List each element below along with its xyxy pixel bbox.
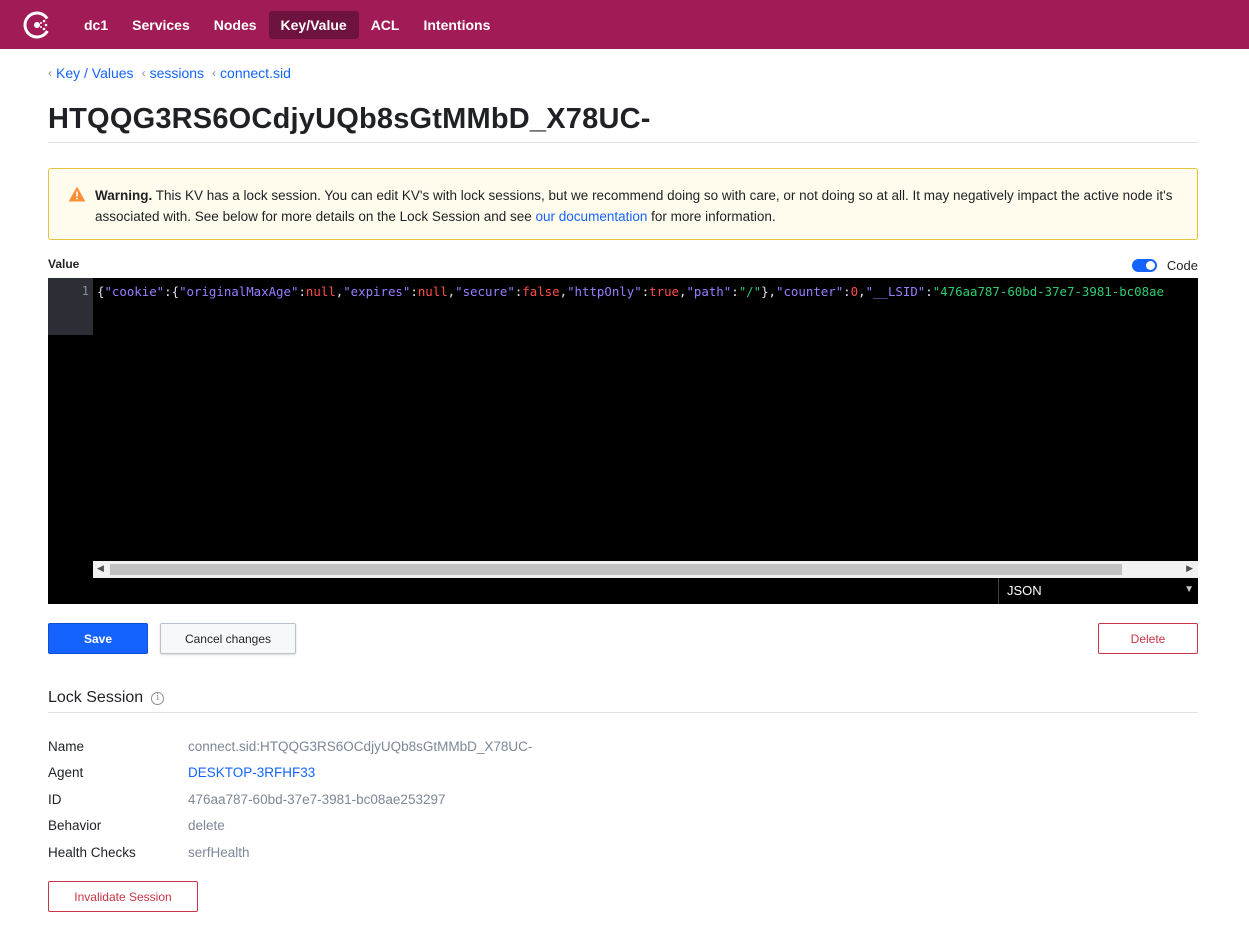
code-toggle-switch[interactable] xyxy=(1131,259,1157,272)
page-title: HTQQG3RS6OCdjyUQb8sGtMMbD_X78UC- xyxy=(48,103,651,135)
breadcrumb: ‹ Key / Values ‹ sessions ‹ connect.sid xyxy=(48,65,299,81)
detail-label: Name xyxy=(48,738,85,754)
code-token: null xyxy=(417,284,448,299)
detail-label: Agent xyxy=(48,765,84,781)
code-token: "httpOnly" xyxy=(567,284,642,299)
code-token: : xyxy=(925,284,933,299)
info-icon[interactable]: i xyxy=(151,691,165,705)
breadcrumb-item-sessions[interactable]: ‹ sessions xyxy=(142,65,204,81)
warning-icon xyxy=(69,187,85,208)
chevron-left-icon: ‹ xyxy=(141,66,146,80)
invalidate-session-button[interactable]: Invalidate Session xyxy=(48,881,198,912)
code-token: "__LSID" xyxy=(865,284,926,299)
code-token: 0 xyxy=(850,284,859,299)
documentation-link[interactable]: our documentation xyxy=(536,209,648,224)
code-token: "counter" xyxy=(776,284,844,299)
save-button[interactable]: Save xyxy=(48,623,148,654)
breadcrumb-item-connect-sid[interactable]: ‹ connect.sid xyxy=(212,65,291,81)
caret-down-icon: ▼ xyxy=(1184,584,1194,595)
code-token: :{ xyxy=(164,284,180,299)
code-token: "476aa787-60bd-37e7-3981-bc08ae xyxy=(932,284,1164,299)
code-token: null xyxy=(305,284,336,299)
lock-session-divider xyxy=(48,712,1198,713)
lock-session-details: Name connect.sid:HTQQG3RS6OCdjyUQb8sGtMM… xyxy=(48,733,532,866)
syntax-mode-value: JSON xyxy=(1007,583,1042,598)
code-line[interactable]: {"cookie":{"originalMaxAge":null,"expire… xyxy=(97,284,1164,299)
detail-row-name: Name connect.sid:HTQQG3RS6OCdjyUQb8sGtMM… xyxy=(48,733,532,760)
top-nav: dc1 Services Nodes Key/Value ACL Intenti… xyxy=(0,0,1249,49)
nav-intentions[interactable]: Intentions xyxy=(411,11,502,39)
detail-label: Health Checks xyxy=(48,844,136,860)
value-label: Value xyxy=(48,257,80,271)
detail-row-health-checks: Health Checks serfHealth xyxy=(48,839,532,866)
breadcrumb-label: connect.sid xyxy=(220,65,291,81)
code-token: "cookie" xyxy=(104,284,165,299)
code-token: "originalMaxAge" xyxy=(179,284,299,299)
session-name-value: connect.sid:HTQQG3RS6OCdjyUQb8sGtMMbD_X7… xyxy=(188,738,533,754)
editor-footer: JSON ▼ xyxy=(48,578,1198,604)
warning-title: Warning. xyxy=(95,188,153,203)
agent-link[interactable]: DESKTOP-3RFHF33 xyxy=(188,765,315,780)
gutter-filler xyxy=(48,335,93,578)
code-token: false xyxy=(522,284,560,299)
code-token: : xyxy=(731,284,739,299)
horizontal-scrollbar[interactable]: ◀ ▶ xyxy=(93,561,1198,578)
code-toggle[interactable]: Code xyxy=(1131,258,1198,273)
breadcrumb-label: Key / Values xyxy=(56,65,134,81)
detail-row-id: ID 476aa787-60bd-37e7-3981-bc08ae253297 xyxy=(48,786,532,813)
chevron-left-icon: ‹ xyxy=(48,66,52,80)
nav-key-value[interactable]: Key/Value xyxy=(268,10,359,39)
scrollbar-thumb[interactable] xyxy=(110,564,1122,575)
code-editor[interactable]: 1 {"cookie":{"originalMaxAge":null,"expi… xyxy=(48,278,1198,578)
nav-acl[interactable]: ACL xyxy=(359,11,412,39)
warning-tail: for more information. xyxy=(651,209,776,224)
breadcrumb-item-key-values[interactable]: ‹ Key / Values xyxy=(48,65,134,81)
title-divider xyxy=(48,142,1198,143)
delete-button[interactable]: Delete xyxy=(1098,623,1198,654)
syntax-mode-select[interactable]: JSON ▼ xyxy=(998,578,1198,604)
detail-row-behavior: Behavior delete xyxy=(48,813,532,840)
code-token: , xyxy=(858,284,866,299)
lock-session-title: Lock Session xyxy=(48,689,144,706)
code-token: : xyxy=(843,284,851,299)
code-token: "secure" xyxy=(455,284,515,299)
code-token: }, xyxy=(761,284,777,299)
chevron-left-icon: ‹ xyxy=(212,66,217,80)
health-checks-value: serfHealth xyxy=(188,844,250,860)
breadcrumb-label: sessions xyxy=(149,65,205,81)
code-token: "expires" xyxy=(343,284,411,299)
line-number: 1 xyxy=(81,284,89,298)
detail-row-agent: Agent DESKTOP-3RFHF33 xyxy=(48,760,532,787)
code-token: : xyxy=(410,284,418,299)
nav-services[interactable]: Services xyxy=(120,11,202,39)
nav-nodes[interactable]: Nodes xyxy=(202,11,269,39)
nav-datacenter[interactable]: dc1 xyxy=(72,11,120,39)
code-token: : xyxy=(298,284,306,299)
line-number-gutter: 1 xyxy=(48,278,93,335)
consul-logo-icon[interactable] xyxy=(22,10,52,40)
detail-label: Behavior xyxy=(48,818,102,834)
lock-session-heading: Lock Session i xyxy=(48,689,165,707)
code-token: "path" xyxy=(686,284,732,299)
behavior-value: delete xyxy=(188,818,225,834)
scroll-left-icon[interactable]: ◀ xyxy=(97,563,104,574)
code-token: true xyxy=(649,284,679,299)
code-token: , xyxy=(559,284,568,299)
code-token: "/" xyxy=(738,284,762,299)
session-id-value: 476aa787-60bd-37e7-3981-bc08ae253297 xyxy=(188,791,446,807)
cancel-changes-button[interactable]: Cancel changes xyxy=(160,623,296,654)
detail-label: ID xyxy=(48,791,62,807)
scroll-right-icon[interactable]: ▶ xyxy=(1186,563,1193,574)
code-toggle-label: Code xyxy=(1166,258,1198,273)
lock-session-warning: Warning. This KV has a lock session. You… xyxy=(48,168,1198,240)
